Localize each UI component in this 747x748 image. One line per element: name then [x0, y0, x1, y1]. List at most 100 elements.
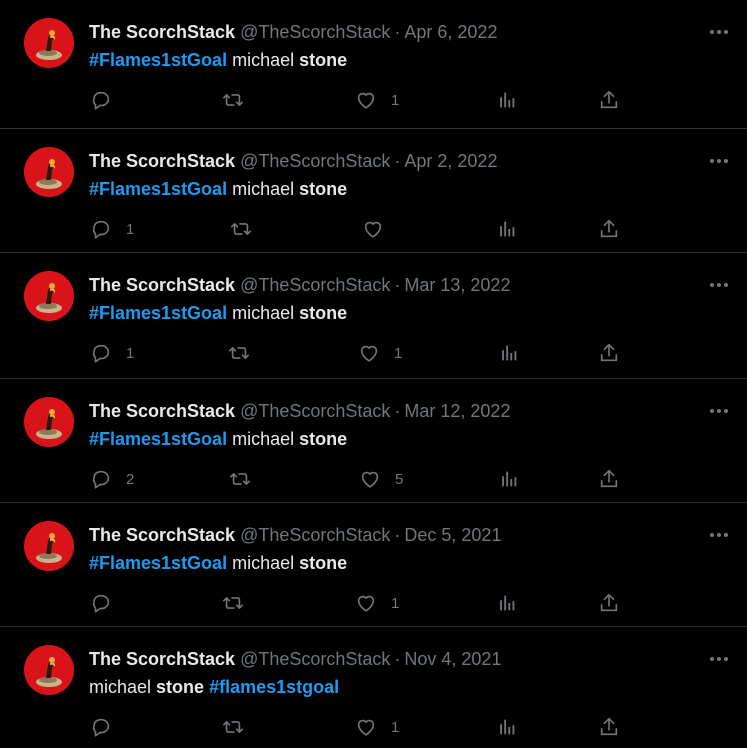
heart-icon	[357, 719, 375, 736]
like-button[interactable]: 5	[359, 465, 403, 493]
like-button[interactable]	[362, 215, 398, 243]
tweet-date[interactable]: Apr 6, 2022	[404, 22, 497, 42]
like-count: 1	[391, 594, 400, 612]
avatar[interactable]	[24, 18, 74, 68]
more-options-button[interactable]	[709, 275, 729, 295]
reply-icon	[92, 594, 110, 613]
tweet-date[interactable]: Mar 12, 2022	[404, 401, 510, 421]
more-options-button[interactable]	[709, 649, 729, 669]
separator-dot: ·	[394, 649, 401, 669]
more-options-button[interactable]	[709, 525, 729, 545]
share-icon	[600, 343, 618, 362]
user-handle[interactable]: @TheScorchStack	[240, 525, 390, 545]
more-icon	[710, 657, 728, 661]
reply-button[interactable]	[90, 86, 126, 114]
reply-button[interactable]: 1	[90, 215, 134, 243]
share-button[interactable]	[598, 215, 620, 243]
analytics-icon	[502, 471, 517, 487]
tweet[interactable]: The ScorchStack @TheScorchStack · Apr 6, 20…	[0, 0, 747, 129]
tweet-text: #Flames1stGoal michael stone	[89, 427, 347, 451]
more-options-button[interactable]	[709, 22, 729, 42]
timeline: The ScorchStack @TheScorchStack · Apr 6, 20…	[0, 0, 747, 748]
analytics-button[interactable]	[496, 215, 518, 243]
text-segment: stone	[299, 429, 348, 449]
tweet-actions: 2 5	[0, 465, 747, 493]
tweet-header: The ScorchStack @TheScorchStack · Mar 12, 2…	[89, 399, 510, 423]
hashtag-link[interactable]: #Flames1stGoal	[89, 303, 227, 323]
user-handle[interactable]: @TheScorchStack	[240, 275, 390, 295]
analytics-button[interactable]	[496, 713, 518, 741]
text-segment: stone	[299, 50, 348, 70]
share-button[interactable]	[598, 339, 620, 367]
tweet[interactable]: The ScorchStack @TheScorchStack · Dec 5, 20…	[0, 503, 747, 627]
retweet-button[interactable]	[222, 589, 258, 617]
tweet-date[interactable]: Mar 13, 2022	[404, 275, 510, 295]
tweet-header: The ScorchStack @TheScorchStack · Mar 13, 2…	[89, 273, 510, 297]
user-handle[interactable]: @TheScorchStack	[240, 151, 390, 171]
retweet-button[interactable]	[229, 465, 265, 493]
display-name[interactable]: The ScorchStack	[89, 525, 235, 545]
analytics-icon	[500, 221, 515, 237]
like-button[interactable]: 1	[358, 339, 402, 367]
display-name[interactable]: The ScorchStack	[89, 22, 235, 42]
user-handle[interactable]: @TheScorchStack	[240, 22, 390, 42]
retweet-button[interactable]	[222, 86, 258, 114]
share-icon	[600, 593, 618, 612]
retweet-button[interactable]	[230, 215, 266, 243]
share-button[interactable]	[598, 465, 620, 493]
text-segment: stone	[299, 553, 348, 573]
text-segment: michael	[227, 553, 300, 573]
retweet-button[interactable]	[228, 339, 264, 367]
like-button[interactable]: 1	[355, 713, 399, 741]
like-count: 1	[391, 91, 400, 109]
tweet[interactable]: The ScorchStack @TheScorchStack · Nov 4, 20…	[0, 627, 747, 748]
retweet-icon	[230, 473, 250, 485]
share-button[interactable]	[598, 713, 620, 741]
tweet-header: The ScorchStack @TheScorchStack · Apr 6, 20…	[89, 20, 497, 44]
reply-button[interactable]: 2	[90, 465, 134, 493]
tweet[interactable]: The ScorchStack @TheScorchStack · Mar 13, 2…	[0, 253, 747, 379]
hashtag-link[interactable]: #Flames1stGoal	[89, 179, 227, 199]
tweet-date[interactable]: Dec 5, 2021	[404, 525, 501, 545]
avatar[interactable]	[24, 397, 74, 447]
retweet-button[interactable]	[222, 713, 258, 741]
analytics-icon	[500, 719, 515, 735]
analytics-icon	[502, 345, 517, 361]
analytics-button[interactable]	[496, 86, 518, 114]
like-button[interactable]: 1	[355, 86, 399, 114]
hashtag-link[interactable]: #Flames1stGoal	[89, 553, 227, 573]
reply-button[interactable]: 1	[90, 339, 134, 367]
avatar[interactable]	[24, 521, 74, 571]
share-button[interactable]	[598, 86, 620, 114]
heart-icon	[361, 471, 379, 488]
avatar[interactable]	[24, 645, 74, 695]
analytics-button[interactable]	[496, 589, 518, 617]
share-button[interactable]	[598, 589, 620, 617]
heart-icon	[357, 595, 375, 612]
user-handle[interactable]: @TheScorchStack	[240, 649, 390, 669]
analytics-button[interactable]	[498, 465, 520, 493]
avatar[interactable]	[24, 271, 74, 321]
tweet-date[interactable]: Apr 2, 2022	[404, 151, 497, 171]
display-name[interactable]: The ScorchStack	[89, 649, 235, 669]
analytics-icon	[500, 92, 515, 108]
reply-icon	[92, 470, 110, 489]
user-handle[interactable]: @TheScorchStack	[240, 401, 390, 421]
like-button[interactable]: 1	[355, 589, 399, 617]
hashtag-link[interactable]: #flames1stgoal	[209, 677, 339, 697]
avatar[interactable]	[24, 147, 74, 197]
tweet-date[interactable]: Nov 4, 2021	[404, 649, 501, 669]
tweet[interactable]: The ScorchStack @TheScorchStack · Apr 2, 20…	[0, 129, 747, 253]
reply-button[interactable]	[90, 713, 126, 741]
hashtag-link[interactable]: #Flames1stGoal	[89, 50, 227, 70]
reply-button[interactable]	[90, 589, 126, 617]
more-options-button[interactable]	[709, 401, 729, 421]
tweet[interactable]: The ScorchStack @TheScorchStack · Mar 12, 2…	[0, 379, 747, 503]
more-options-button[interactable]	[709, 151, 729, 171]
display-name[interactable]: The ScorchStack	[89, 151, 235, 171]
hashtag-link[interactable]: #Flames1stGoal	[89, 429, 227, 449]
display-name[interactable]: The ScorchStack	[89, 275, 235, 295]
analytics-button[interactable]	[498, 339, 520, 367]
display-name[interactable]: The ScorchStack	[89, 401, 235, 421]
reply-icon	[92, 718, 110, 737]
